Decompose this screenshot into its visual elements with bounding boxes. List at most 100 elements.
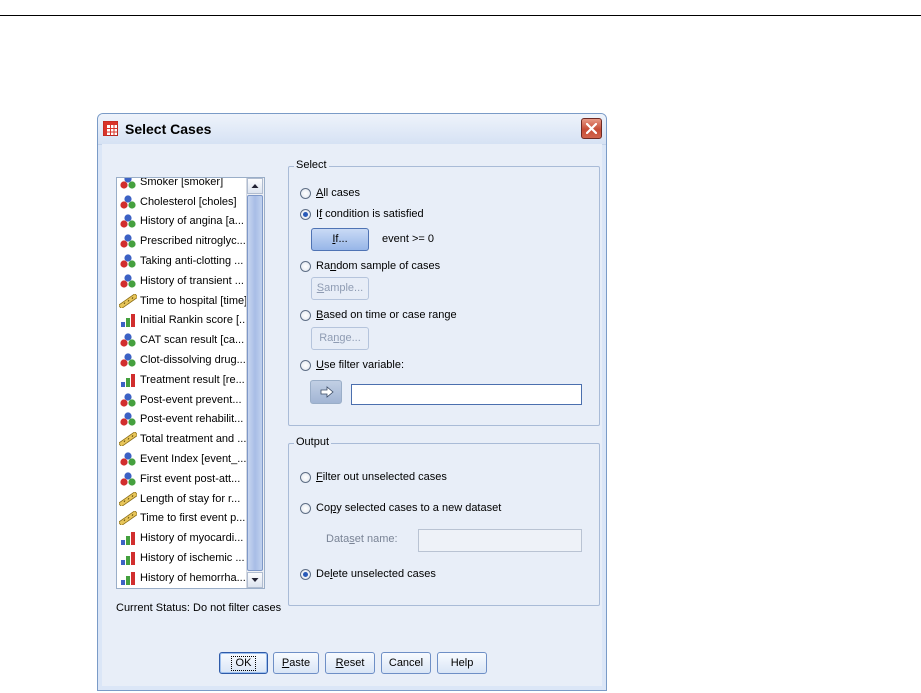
radio-filter-out-label: Filter out unselected cases	[316, 471, 447, 483]
variable-list-items: Smoker [smoker] Cholesterol [choles] Histo…	[117, 178, 247, 588]
condition-expression: event >= 0	[382, 233, 434, 245]
radio-random-sample[interactable]: Random sample of cases	[300, 260, 440, 272]
ok-button[interactable]: OK	[219, 652, 268, 674]
scroll-down-button[interactable]	[247, 572, 263, 588]
nominal-variable-icon	[119, 472, 137, 486]
nominal-variable-icon	[119, 412, 137, 427]
nominal-variable-icon	[119, 195, 137, 209]
nominal-variable-icon	[119, 274, 137, 288]
paste-button[interactable]: Paste	[273, 652, 319, 674]
select-cases-dialog: Select Cases Smoker [smoker] Cholesterol …	[97, 113, 607, 691]
radio-all-cases-circle[interactable]	[300, 187, 311, 199]
variable-label: Initial Rankin score [...	[140, 314, 247, 327]
variable-list-item[interactable]: Time to first event p...	[117, 509, 247, 529]
reset-button[interactable]: Reset	[325, 652, 375, 674]
variable-label: Time to hospital [time]	[140, 294, 247, 307]
variable-list-item[interactable]: Clot-dissolving drug...	[117, 350, 247, 370]
radio-delete-unselected[interactable]: Delete unselected cases	[300, 568, 436, 580]
ordinal-variable-icon	[119, 313, 137, 328]
ordinal-variable-icon	[119, 531, 137, 546]
variable-label: Event Index [event_...	[140, 453, 247, 466]
radio-random-sample-label: Random sample of cases	[316, 260, 441, 272]
variable-list-item[interactable]: Initial Rankin score [...	[117, 311, 247, 331]
scroll-thumb[interactable]	[247, 195, 263, 571]
variable-list-item[interactable]: First event post-att...	[117, 469, 247, 489]
variable-list-item[interactable]: History of myocardi...	[117, 528, 247, 548]
variable-list-item[interactable]: Smoker [smoker]	[117, 178, 247, 192]
radio-filter-variable[interactable]: Use filter variable:	[300, 359, 404, 371]
variable-list-item[interactable]: Treatment result [re...	[117, 370, 247, 390]
nominal-variable-icon	[119, 254, 137, 268]
variable-list-item[interactable]: History of transient ...	[117, 271, 247, 291]
variable-list-item[interactable]: Post-event prevent...	[117, 390, 247, 410]
radio-time-range-label: Based on time or case range	[316, 309, 457, 321]
nominal-variable-icon	[119, 452, 137, 466]
filter-variable-field[interactable]	[351, 384, 582, 405]
variable-label: Post-event prevent...	[140, 393, 242, 406]
ordinal-variable-icon	[119, 373, 137, 387]
nominal-variable-icon	[119, 234, 137, 248]
variable-list-item[interactable]: Total treatment and ...	[117, 429, 247, 449]
cancel-button[interactable]: Cancel	[381, 652, 431, 674]
variable-label: Cholesterol [choles]	[140, 195, 237, 208]
variable-label: History of ischemic ...	[140, 552, 245, 565]
grid-table-icon	[103, 121, 118, 136]
variable-label: Treatment result [re...	[140, 373, 245, 386]
ordinal-variable-icon	[119, 571, 137, 585]
help-button[interactable]: Help	[437, 652, 487, 674]
variable-label: Time to first event p...	[140, 512, 246, 525]
variable-list-item[interactable]: Post-event rehabilit...	[117, 410, 247, 430]
output-group: Output	[288, 436, 600, 606]
variable-list-item[interactable]: Event Index [event_...	[117, 449, 247, 469]
variable-label: History of hemorrha...	[140, 571, 246, 584]
radio-time-range[interactable]: Based on time or case range	[300, 309, 457, 321]
radio-filter-out[interactable]: Filter out unselected cases	[300, 471, 447, 483]
radio-all-cases[interactable]: All cases	[300, 187, 360, 199]
dataset-name-field[interactable]	[418, 529, 582, 552]
variable-list-item[interactable]: CAT scan result [ca...	[117, 330, 247, 350]
radio-copy-to-dataset[interactable]: Copy selected cases to a new dataset	[300, 502, 501, 514]
radio-if-condition[interactable]: If condition is satisfied	[300, 208, 424, 220]
nominal-variable-icon	[119, 214, 137, 229]
variable-label: History of angina [a...	[140, 215, 244, 228]
move-variable-button[interactable]	[310, 380, 342, 404]
sample-button[interactable]: Sample...	[311, 277, 369, 300]
if-button[interactable]: If...	[311, 228, 369, 251]
variable-list[interactable]: Smoker [smoker] Cholesterol [choles] Histo…	[116, 177, 265, 589]
nominal-variable-icon	[119, 353, 137, 367]
close-button[interactable]	[581, 118, 602, 139]
variable-label: Clot-dissolving drug...	[140, 354, 246, 367]
variable-label: Post-event rehabilit...	[140, 413, 244, 426]
radio-filter-out-circle[interactable]	[300, 471, 311, 483]
radio-time-range-circle[interactable]	[300, 309, 311, 321]
radio-filter-variable-circle[interactable]	[300, 359, 311, 371]
variable-list-item[interactable]: History of ischemic ...	[117, 548, 247, 568]
variable-list-item[interactable]: Prescribed nitroglyc...	[117, 231, 247, 251]
close-x-icon	[586, 123, 597, 134]
variable-label: History of myocardi...	[140, 532, 244, 545]
variable-list-item[interactable]: History of hemorrha...	[117, 568, 247, 588]
radio-all-cases-label: All cases	[316, 187, 361, 199]
scale-variable-icon	[118, 431, 139, 448]
variable-list-item[interactable]: Cholesterol [choles]	[117, 192, 247, 212]
radio-delete-unselected-circle[interactable]	[300, 568, 311, 580]
variable-label: First event post-att...	[140, 472, 241, 485]
radio-random-sample-circle[interactable]	[300, 260, 311, 272]
variable-list-item[interactable]: History of angina [a...	[117, 212, 247, 232]
variable-label: Length of stay for r...	[140, 492, 241, 505]
scroll-up-button[interactable]	[247, 178, 263, 194]
range-button[interactable]: Range...	[311, 327, 369, 350]
variable-list-scrollbar[interactable]	[246, 178, 264, 588]
radio-if-condition-circle[interactable]	[300, 208, 311, 220]
page-top-rule	[0, 15, 921, 16]
variable-label: Total treatment and ...	[140, 433, 247, 446]
radio-delete-unselected-label: Delete unselected cases	[316, 568, 436, 580]
variable-list-item[interactable]: Taking anti-clotting ...	[117, 251, 247, 271]
variable-list-item[interactable]: Time to hospital [time]	[117, 291, 247, 311]
title-bar[interactable]: Select Cases	[98, 114, 606, 145]
dialog-body: Smoker [smoker] Cholesterol [choles] Histo…	[102, 144, 602, 686]
scale-variable-icon	[118, 490, 139, 507]
radio-copy-to-dataset-circle[interactable]	[300, 502, 311, 514]
variable-list-item[interactable]: Length of stay for r...	[117, 489, 247, 509]
select-group-legend: Select	[294, 159, 329, 171]
